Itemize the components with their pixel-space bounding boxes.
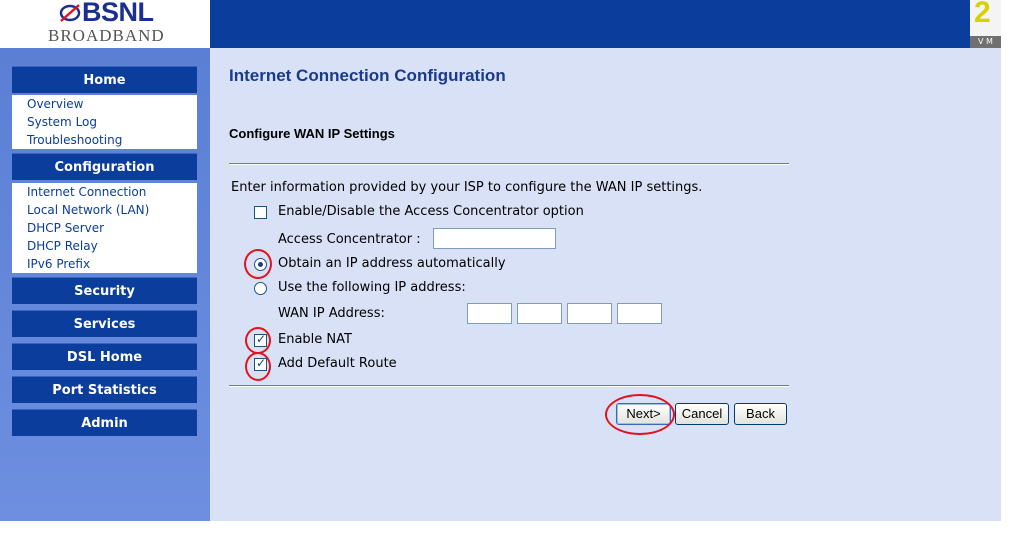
obtain-ip-auto-radio[interactable]	[254, 258, 267, 271]
nav-configuration[interactable]: Configuration	[12, 153, 197, 180]
back-button[interactable]: Back	[734, 403, 787, 425]
check-icon: ✓	[256, 332, 267, 346]
nav-port-statistics[interactable]: Port Statistics	[12, 376, 197, 403]
enable-nat-checkbox[interactable]: ✓	[254, 332, 267, 347]
divider-bottom	[229, 385, 789, 387]
default-route-label: Add Default Route	[278, 356, 397, 371]
footer	[0, 521, 1014, 538]
nav-dsl-home[interactable]: DSL Home	[12, 343, 197, 370]
default-route-checkbox[interactable]: ✓	[254, 356, 267, 371]
nav-security[interactable]: Security	[12, 277, 197, 304]
page-title: Internet Connection Configuration	[229, 66, 506, 85]
radio-selected-dot	[258, 262, 263, 267]
wan-ip-label: WAN IP Address:	[278, 306, 385, 321]
section-title: Configure WAN IP Settings	[229, 126, 395, 141]
obtain-ip-auto-label: Obtain an IP address automatically	[278, 256, 506, 271]
nav-admin[interactable]: Admin	[12, 409, 197, 436]
intro-text: Enter information provided by your ISP t…	[231, 180, 703, 195]
nav-configuration-submenu: Internet Connection Local Network (LAN) …	[12, 183, 197, 273]
check-icon: ✓	[256, 356, 267, 370]
bsnl-logo-icon	[59, 4, 81, 22]
wan-ip-octet-3[interactable]	[567, 303, 612, 324]
nav-system-log[interactable]: System Log	[27, 113, 197, 131]
wan-ip-octet-4[interactable]	[617, 303, 662, 324]
nav-local-network[interactable]: Local Network (LAN)	[27, 201, 197, 219]
access-concentrator-input[interactable]	[433, 228, 556, 249]
nav-home[interactable]: Home	[12, 66, 197, 93]
nav-ipv6-prefix[interactable]: IPv6 Prefix	[27, 255, 197, 273]
use-following-ip-label: Use the following IP address:	[278, 280, 466, 295]
main-content: Internet Connection Configuration Config…	[210, 48, 1001, 521]
cancel-button[interactable]: Cancel	[675, 403, 729, 425]
header-strip: V M	[970, 36, 1001, 48]
logo-brand: BSNL	[82, 0, 154, 27]
nav-dhcp-relay[interactable]: DHCP Relay	[27, 237, 197, 255]
wan-ip-octet-1[interactable]	[467, 303, 512, 324]
access-concentrator-label: Access Concentrator :	[278, 232, 421, 247]
use-following-ip-radio[interactable]	[254, 282, 267, 295]
access-concentrator-option-label: Enable/Disable the Access Concentrator o…	[278, 204, 584, 219]
header-right-badge: 2 V M	[970, 0, 1001, 48]
nav-internet-connection[interactable]: Internet Connection	[27, 183, 197, 201]
nav-home-submenu: Overview System Log Troubleshooting	[12, 95, 197, 149]
enable-nat-label: Enable NAT	[278, 332, 352, 347]
nav-troubleshooting[interactable]: Troubleshooting	[27, 131, 197, 149]
header-bar	[210, 0, 970, 48]
nav-services[interactable]: Services	[12, 310, 197, 337]
access-concentrator-checkbox[interactable]	[254, 206, 267, 219]
logo-subtitle: BROADBAND	[48, 26, 165, 45]
logo: BSNL BROADBAND	[0, 0, 210, 48]
next-button[interactable]: Next>	[616, 403, 671, 425]
divider-top	[229, 163, 789, 165]
header-number: 2	[974, 0, 991, 29]
wan-ip-octet-2[interactable]	[517, 303, 562, 324]
nav-dhcp-server[interactable]: DHCP Server	[27, 219, 197, 237]
nav-overview[interactable]: Overview	[27, 95, 197, 113]
